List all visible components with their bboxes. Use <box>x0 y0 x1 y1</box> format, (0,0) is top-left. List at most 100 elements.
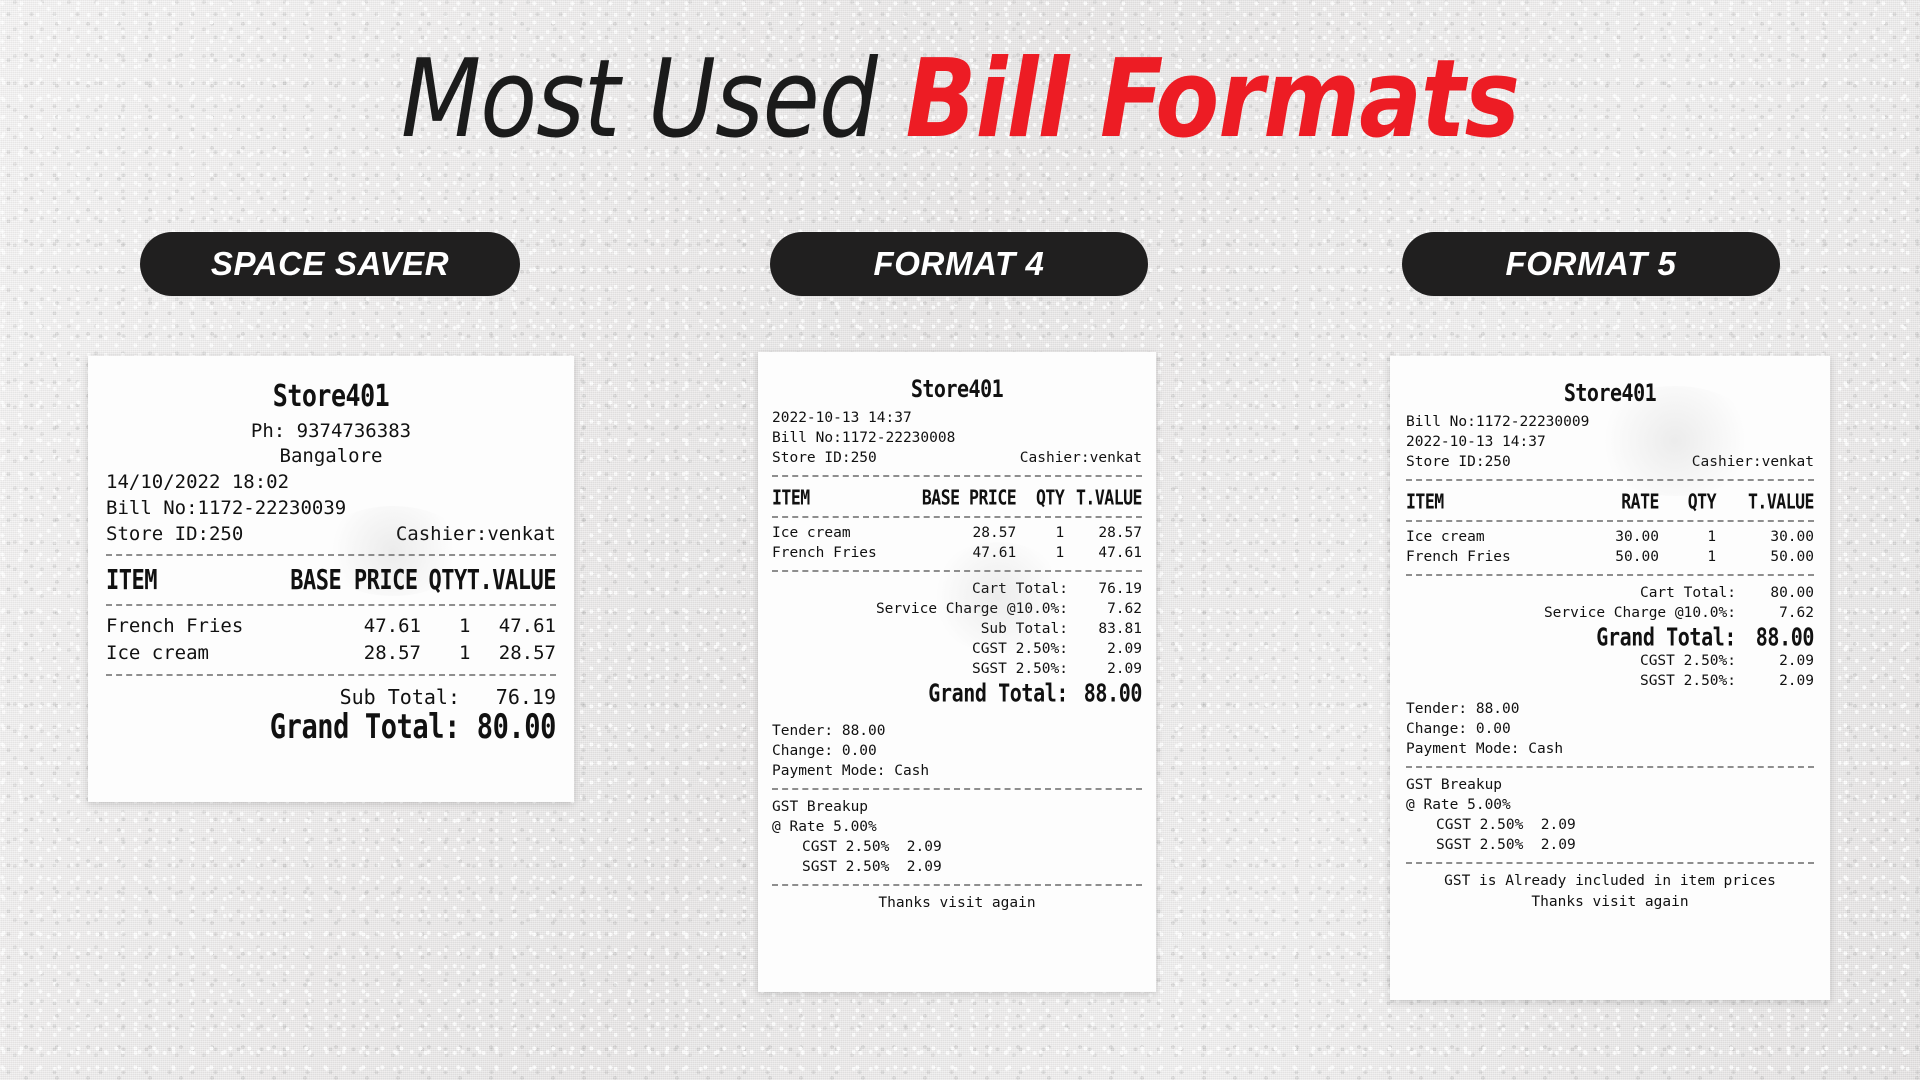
total-label: Service Charge @10.0%: <box>875 601 1068 617</box>
item-qty: 1 <box>459 642 471 664</box>
total-row-grand: Grand Total: 88.00 <box>772 678 1142 708</box>
badge-label: FORMAT 4 <box>873 245 1045 282</box>
item-value: 28.57 <box>1098 525 1142 541</box>
items-table-header: ITEM BASE PRICE QTY T.VALUE <box>106 563 557 597</box>
table-row: Ice cream 30.00 1 30.00 <box>1406 527 1814 547</box>
total-row-grand: Grand Total: 88.00 <box>1406 622 1814 652</box>
gst-cgst-line: CGST 2.50% 2.09 <box>802 839 942 855</box>
col-qty: QTY <box>1687 489 1717 514</box>
item-price: 47.61 <box>972 545 1017 561</box>
receipt-format-5: Store401 Bill No:1172-22230009 2022-10-1… <box>1390 356 1830 1000</box>
total-value: 2.09 <box>1779 673 1814 689</box>
items-table-header: ITEM BASE PRICE QTY T.VALUE <box>772 484 1142 511</box>
total-value: 2.09 <box>1107 641 1142 657</box>
bill-number: Bill No:1172-22230008 <box>772 430 956 446</box>
receipt-space-saver: Store401 Ph: 9374736383 Bangalore 14/10/… <box>88 356 574 802</box>
gst-sgst-line: SGST 2.50% 2.09 <box>1436 837 1576 853</box>
page-title-primary: Most Used <box>400 37 906 162</box>
total-row-cart: Cart Total: 76.19 <box>772 579 1142 599</box>
item-name: Ice cream <box>106 642 209 664</box>
total-label: Grand Total: <box>269 708 461 747</box>
poster-stage: Most Used Bill Formats SPACE SAVER FORMA… <box>0 0 1920 1080</box>
divider <box>106 604 556 606</box>
table-row: Ice cream 28.57 1 28.57 <box>106 640 556 667</box>
divider <box>106 674 556 676</box>
total-value: 76.19 <box>1098 581 1142 597</box>
divider <box>772 884 1142 886</box>
items-table: ITEM BASE PRICE QTY T.VALUE <box>106 563 557 597</box>
items-body: French Fries 47.61 1 47.61 Ice cream 28.… <box>106 613 556 667</box>
gst-breakup-title: GST Breakup <box>772 799 869 815</box>
col-price: BASE PRICE <box>921 485 1017 510</box>
divider <box>1406 574 1814 576</box>
change-amount: Change: 0.00 <box>772 743 877 759</box>
divider <box>772 570 1142 572</box>
store-name: Store401 <box>272 378 390 414</box>
total-label: Cart Total: <box>1639 585 1736 601</box>
badge-space-saver[interactable]: SPACE SAVER <box>140 232 520 296</box>
footer-gst-note: GST is Already included in item prices <box>1444 873 1776 889</box>
badge-format-5[interactable]: FORMAT 5 <box>1402 232 1780 296</box>
item-name: Ice cream <box>772 525 851 541</box>
total-label: Cart Total: <box>971 581 1068 597</box>
bill-number: Bill No:1172-22230009 <box>1406 414 1590 430</box>
item-name: Ice cream <box>1406 529 1485 545</box>
badge-format-4[interactable]: FORMAT 4 <box>770 232 1148 296</box>
store-phone: Ph: 9374736383 <box>250 420 412 442</box>
col-item: ITEM <box>772 485 810 510</box>
store-name: Store401 <box>910 374 1004 404</box>
change-amount: Change: 0.00 <box>1406 721 1511 737</box>
gst-rate: @ Rate 5.00% <box>1406 797 1511 813</box>
cashier-name: Cashier:venkat <box>395 523 556 545</box>
item-price: 28.57 <box>972 525 1017 541</box>
store-city: Bangalore <box>279 445 383 467</box>
item-qty: 1 <box>1707 549 1717 565</box>
item-price: 28.57 <box>363 642 421 664</box>
page-title: Most Used Bill Formats <box>134 40 1785 160</box>
col-value: T.VALUE <box>1747 489 1815 514</box>
payment-mode: Payment Mode: Cash <box>772 763 930 779</box>
total-row-sub: Sub Total: 83.81 <box>772 619 1142 639</box>
footer-thanks: Thanks visit again <box>878 895 1036 911</box>
col-price: RATE <box>1621 489 1659 514</box>
badge-label: SPACE SAVER <box>210 245 450 282</box>
store-id: Store ID:250 <box>1406 454 1511 470</box>
items-table: ITEM BASE PRICE QTY T.VALUE <box>772 484 1142 511</box>
tender-amount: Tender: 88.00 <box>772 723 886 739</box>
total-label: Grand Total: <box>1596 622 1736 652</box>
total-value: 88.00 <box>1083 678 1143 708</box>
gst-sgst-line: SGST 2.50% 2.09 <box>802 859 942 875</box>
col-item: ITEM <box>1406 489 1444 514</box>
item-name: French Fries <box>1406 549 1511 565</box>
col-item: ITEM <box>106 564 157 596</box>
tender-amount: Tender: 88.00 <box>1406 701 1520 717</box>
bill-datetime: 14/10/2022 18:02 <box>106 471 290 493</box>
item-value: 47.61 <box>1098 545 1142 561</box>
store-name: Store401 <box>1563 378 1657 408</box>
gst-rate: @ Rate 5.00% <box>772 819 877 835</box>
item-value: 28.57 <box>498 642 556 664</box>
total-value: 7.62 <box>1107 601 1142 617</box>
divider <box>772 788 1142 790</box>
store-id: Store ID:250 <box>106 523 244 545</box>
item-name: French Fries <box>106 615 244 637</box>
bill-datetime: 2022-10-13 14:37 <box>772 410 912 426</box>
page-title-accent: Bill Formats <box>905 37 1520 162</box>
items-body: Ice cream 28.57 1 28.57 French Fries 47.… <box>772 523 1142 563</box>
divider <box>1406 766 1814 768</box>
col-qty: QTY <box>1035 485 1065 510</box>
gst-cgst-line: CGST 2.50% 2.09 <box>1436 817 1576 833</box>
col-price: BASE PRICE <box>290 564 418 596</box>
total-row-grand: Grand Total: 80.00 <box>106 708 557 746</box>
total-value: 80.00 <box>1770 585 1814 601</box>
total-label: SGST 2.50%: <box>1639 673 1736 689</box>
cashier-name: Cashier:venkat <box>1019 450 1142 466</box>
table-row: French Fries 47.61 1 47.61 <box>772 543 1142 563</box>
divider <box>1406 520 1814 522</box>
total-row-cgst: CGST 2.50%: 2.09 <box>772 639 1142 659</box>
divider <box>106 554 556 556</box>
receipt-format-4: Store401 2022-10-13 14:37 Bill No:1172-2… <box>758 352 1156 992</box>
total-value: 83.81 <box>1098 621 1142 637</box>
item-price: 30.00 <box>1615 529 1659 545</box>
total-value: 80.00 <box>476 708 557 747</box>
